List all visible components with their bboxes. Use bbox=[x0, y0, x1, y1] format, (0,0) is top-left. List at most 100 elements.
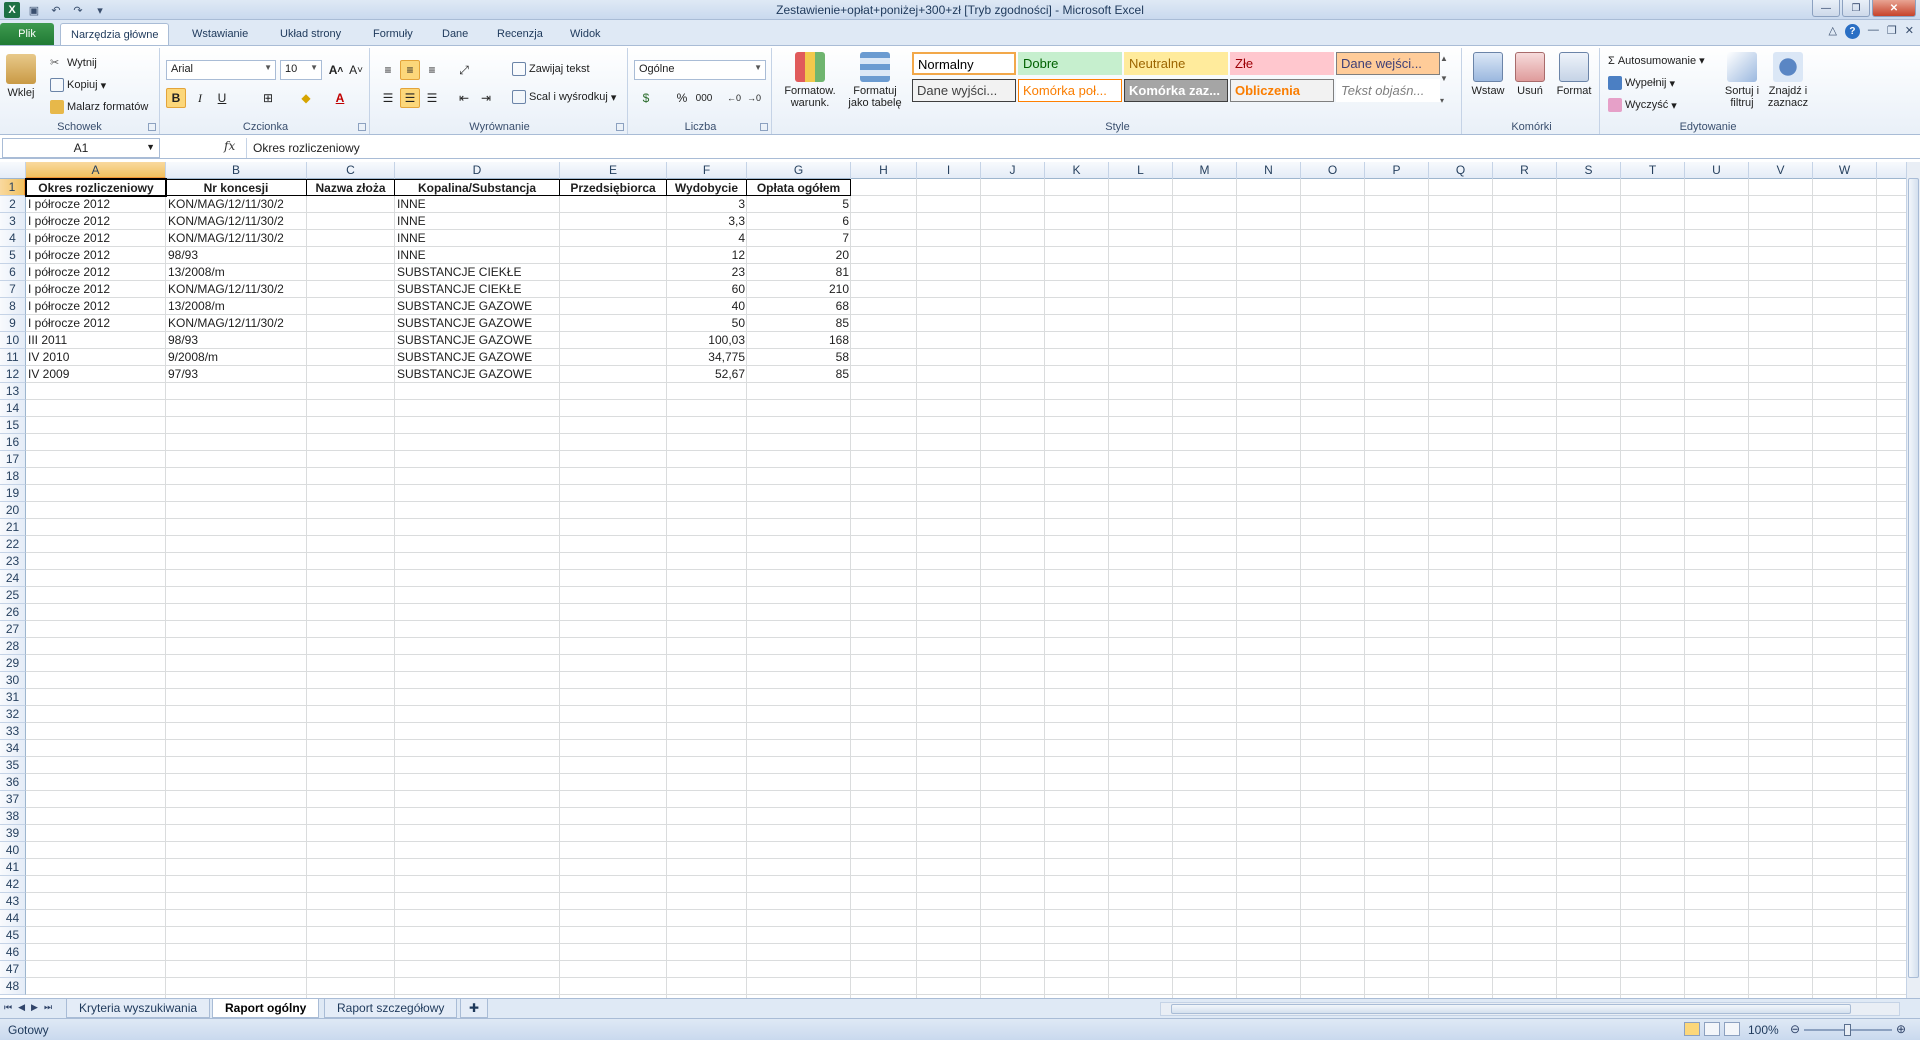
row-header[interactable]: 26 bbox=[0, 604, 26, 621]
row-header[interactable]: 17 bbox=[0, 451, 26, 468]
cut-button[interactable]: ✂ Wytnij bbox=[50, 56, 97, 70]
paste-button[interactable]: Wklej bbox=[6, 54, 36, 99]
row-header[interactable]: 47 bbox=[0, 961, 26, 978]
column-header-K[interactable]: K bbox=[1045, 162, 1109, 179]
horizontal-scrollbar[interactable] bbox=[1160, 1002, 1900, 1016]
header-cell[interactable]: Wydobycie bbox=[667, 179, 747, 196]
table-cell[interactable] bbox=[560, 230, 667, 247]
row-header[interactable]: 20 bbox=[0, 502, 26, 519]
column-header-V[interactable]: V bbox=[1749, 162, 1813, 179]
normal-view-icon[interactable] bbox=[1684, 1022, 1700, 1036]
table-cell[interactable]: 52,67 bbox=[667, 366, 747, 383]
workbook-minimize-icon[interactable]: — bbox=[1868, 24, 1879, 39]
table-cell[interactable] bbox=[307, 196, 395, 213]
row-header[interactable]: 45 bbox=[0, 927, 26, 944]
row-header[interactable]: 13 bbox=[0, 383, 26, 400]
merge-center-button[interactable]: Scal i wyśrodkuj ▾ bbox=[512, 90, 616, 104]
cell-style-5[interactable]: Dane wyjści... bbox=[912, 79, 1016, 102]
table-cell[interactable] bbox=[560, 213, 667, 230]
table-cell[interactable] bbox=[560, 366, 667, 383]
font-name-combo[interactable]: Arial ▼ bbox=[166, 60, 276, 80]
prev-sheet-icon[interactable]: ◀ bbox=[18, 1002, 25, 1013]
column-header-R[interactable]: R bbox=[1493, 162, 1557, 179]
table-cell[interactable]: 3 bbox=[667, 196, 747, 213]
align-center-icon[interactable]: ☰ bbox=[400, 88, 420, 108]
table-cell[interactable]: 98/93 bbox=[166, 332, 307, 349]
table-cell[interactable]: 81 bbox=[747, 264, 851, 281]
column-header-U[interactable]: U bbox=[1685, 162, 1749, 179]
table-cell[interactable] bbox=[560, 298, 667, 315]
last-sheet-icon[interactable]: ⏭ bbox=[44, 1002, 52, 1013]
table-cell[interactable] bbox=[560, 264, 667, 281]
workbook-restore-icon[interactable]: ❐ bbox=[1887, 24, 1897, 39]
table-cell[interactable] bbox=[307, 298, 395, 315]
row-header[interactable]: 24 bbox=[0, 570, 26, 587]
table-cell[interactable]: SUBSTANCJE GAZOWE bbox=[395, 366, 560, 383]
row-header[interactable]: 14 bbox=[0, 400, 26, 417]
tab-view[interactable]: Widok bbox=[560, 23, 611, 45]
help-icon[interactable]: ? bbox=[1844, 24, 1860, 39]
row-header[interactable]: 9 bbox=[0, 315, 26, 332]
thousands-button[interactable]: 000 bbox=[694, 88, 714, 108]
header-cell[interactable]: Przedsiębiorca bbox=[560, 179, 667, 196]
ribbon-collapse-icon[interactable]: △ bbox=[1828, 24, 1836, 39]
table-cell[interactable]: 34,775 bbox=[667, 349, 747, 366]
row-header[interactable]: 8 bbox=[0, 298, 26, 315]
table-cell[interactable]: SUBSTANCJE CIEKŁE bbox=[395, 281, 560, 298]
column-header-O[interactable]: O bbox=[1301, 162, 1365, 179]
row-header[interactable]: 35 bbox=[0, 757, 26, 774]
table-cell[interactable]: 97/93 bbox=[166, 366, 307, 383]
column-header-H[interactable]: H bbox=[851, 162, 917, 179]
zoom-slider[interactable]: ⊖ ⊕ bbox=[1788, 1022, 1908, 1037]
align-right-icon[interactable]: ☰ bbox=[422, 88, 442, 108]
borders-icon[interactable]: ⊞ bbox=[258, 88, 278, 108]
table-cell[interactable] bbox=[560, 315, 667, 332]
tab-insert[interactable]: Wstawianie bbox=[182, 23, 258, 45]
page-layout-view-icon[interactable] bbox=[1704, 1022, 1720, 1036]
cell-style-0[interactable]: Normalny bbox=[912, 52, 1016, 75]
table-cell[interactable]: 58 bbox=[747, 349, 851, 366]
table-cell[interactable]: 100,03 bbox=[667, 332, 747, 349]
row-header[interactable]: 6 bbox=[0, 264, 26, 281]
row-header[interactable]: 11 bbox=[0, 349, 26, 366]
row-header[interactable]: 23 bbox=[0, 553, 26, 570]
table-cell[interactable]: INNE bbox=[395, 213, 560, 230]
alignment-launcher-icon[interactable] bbox=[616, 123, 624, 131]
column-header-I[interactable]: I bbox=[917, 162, 981, 179]
fill-color-icon[interactable]: ◆ bbox=[296, 88, 316, 108]
table-cell[interactable]: I półrocze 2012 bbox=[26, 213, 166, 230]
vertical-scroll-thumb[interactable] bbox=[1908, 178, 1919, 978]
find-select-button[interactable]: Znajdź i zaznacz bbox=[1766, 52, 1810, 109]
font-size-combo[interactable]: 10 ▼ bbox=[280, 60, 322, 80]
align-bottom-icon[interactable]: ≡ bbox=[422, 60, 442, 80]
cell-style-7[interactable]: Komórka zaz... bbox=[1124, 79, 1228, 102]
table-cell[interactable]: KON/MAG/12/11/30/2 bbox=[166, 230, 307, 247]
row-header[interactable]: 22 bbox=[0, 536, 26, 553]
restore-button[interactable]: ❐ bbox=[1842, 0, 1870, 17]
table-cell[interactable] bbox=[307, 264, 395, 281]
next-sheet-icon[interactable]: ▶ bbox=[31, 1002, 38, 1013]
zoom-level[interactable]: 100% bbox=[1748, 1023, 1779, 1037]
decrease-decimal-icon[interactable]: →0 bbox=[744, 88, 764, 108]
table-cell[interactable] bbox=[307, 315, 395, 332]
sheet-tab-general-report[interactable]: Raport ogólny bbox=[212, 999, 320, 1018]
table-cell[interactable]: 4 bbox=[667, 230, 747, 247]
insert-function-icon[interactable]: fx bbox=[224, 139, 235, 153]
font-color-icon[interactable]: A bbox=[330, 88, 350, 108]
column-header-Q[interactable]: Q bbox=[1429, 162, 1493, 179]
row-header[interactable]: 19 bbox=[0, 485, 26, 502]
column-header-J[interactable]: J bbox=[981, 162, 1045, 179]
underline-button[interactable]: U bbox=[212, 88, 232, 108]
table-cell[interactable]: 7 bbox=[747, 230, 851, 247]
table-cell[interactable]: I półrocze 2012 bbox=[26, 264, 166, 281]
cell-style-1[interactable]: Dobre bbox=[1018, 52, 1122, 75]
table-cell[interactable] bbox=[307, 332, 395, 349]
workbook-close-icon[interactable]: ✕ bbox=[1905, 24, 1914, 39]
grow-font-icon[interactable]: A ˄ bbox=[326, 60, 346, 80]
row-header[interactable]: 44 bbox=[0, 910, 26, 927]
column-header-T[interactable]: T bbox=[1621, 162, 1685, 179]
column-header-M[interactable]: M bbox=[1173, 162, 1237, 179]
cell-style-2[interactable]: Neutralne bbox=[1124, 52, 1228, 75]
conditional-format-button[interactable]: Formatow. warunk. bbox=[780, 52, 840, 109]
cell-style-9[interactable]: Tekst objaśn... bbox=[1336, 79, 1440, 102]
